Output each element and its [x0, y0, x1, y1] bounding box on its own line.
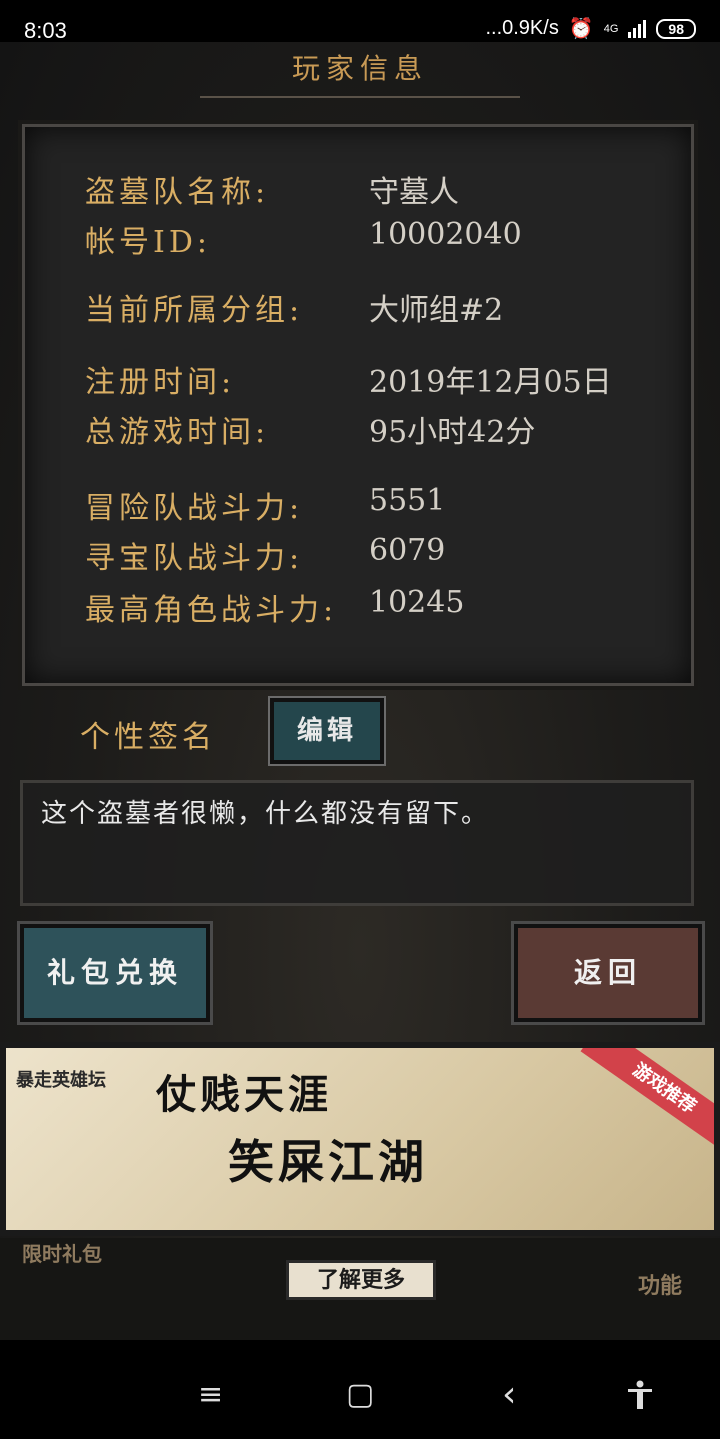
ad-banner[interactable]: 暴走英雄坛 仗贱天涯 笑屎江湖 游戏推荐: [0, 1042, 720, 1236]
ad-headline-2: 笑屎江湖: [228, 1135, 428, 1189]
home-icon[interactable]: ▢: [346, 1380, 374, 1410]
info-label: 注册时间:: [85, 365, 236, 400]
info-value: 2019年12月05日: [369, 365, 612, 400]
function-button[interactable]: 功能: [638, 1268, 682, 1300]
info-label: 最高角色战斗力:: [85, 593, 338, 628]
page-title: 玩家信息: [200, 48, 520, 98]
info-label: 总游戏时间:: [85, 415, 270, 450]
game-screen: 玩家信息 盗墓队名称: 守墓人 帐号ID: 10002040 当前所属分组: 大…: [0, 42, 720, 1340]
signature-box[interactable]: 这个盗墓者很懒，什么都没有留下。: [20, 780, 694, 906]
learn-more-button[interactable]: 了解更多: [286, 1260, 436, 1300]
back-icon[interactable]: ‹: [502, 1377, 516, 1413]
info-value: 守墓人: [369, 175, 459, 210]
signature-label: 个性签名: [80, 720, 216, 755]
info-value: 10002040: [369, 217, 522, 252]
ad-logo: 暴走英雄坛: [16, 1070, 106, 1091]
alarm-icon: ⏰: [568, 18, 594, 40]
back-button[interactable]: 返回: [514, 924, 702, 1022]
status-time: 8:03: [24, 18, 67, 43]
menu-icon[interactable]: ≡: [198, 1380, 223, 1410]
status-indicators: ...0.9K/s ⏰ 4G 98: [485, 16, 696, 41]
network-speed: ...0.9K/s: [485, 17, 559, 39]
info-label: 当前所属分组:: [85, 293, 304, 328]
info-label: 寻宝队战斗力:: [85, 541, 304, 576]
accessibility-icon[interactable]: [626, 1380, 654, 1416]
ad-ribbon: 游戏推荐: [580, 1048, 714, 1155]
limited-gift-button[interactable]: 限时礼包: [22, 1238, 102, 1267]
ad-banner-image: 暴走英雄坛 仗贱天涯 笑屎江湖 游戏推荐: [6, 1048, 714, 1230]
battery-icon: 98: [656, 18, 696, 39]
signature-text: 这个盗墓者很懒，什么都没有留下。: [41, 799, 490, 829]
info-value: 6079: [369, 533, 446, 568]
ad-headline-1: 仗贱天涯: [156, 1071, 332, 1118]
info-value: 大师组#2: [369, 293, 504, 328]
info-value: 5551: [369, 483, 446, 518]
network-type: 4G: [603, 22, 619, 35]
info-label: 冒险队战斗力:: [85, 491, 304, 526]
info-label: 盗墓队名称:: [85, 175, 270, 210]
info-value: 10245: [369, 585, 465, 620]
gift-exchange-button[interactable]: 礼包兑换: [20, 924, 210, 1022]
info-label: 帐号ID:: [85, 225, 212, 260]
signal-icon: [628, 19, 647, 38]
player-info-panel: 盗墓队名称: 守墓人 帐号ID: 10002040 当前所属分组: 大师组#2 …: [22, 124, 694, 686]
info-value: 95小时42分: [369, 415, 536, 450]
edit-signature-button[interactable]: 编辑: [270, 698, 384, 764]
